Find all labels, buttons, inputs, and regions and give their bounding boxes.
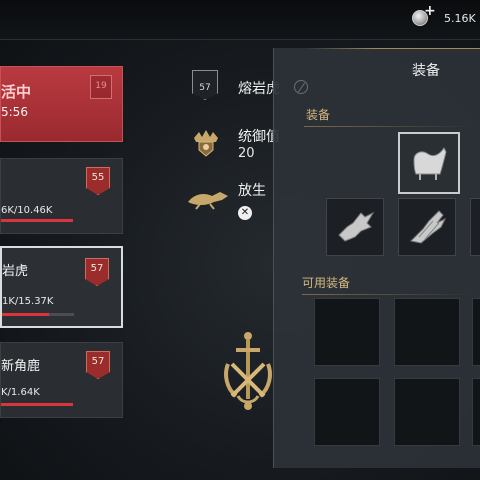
command-value: 20	[238, 146, 255, 161]
add-currency-icon[interactable]: +	[424, 3, 436, 19]
saddle-slot[interactable]	[398, 132, 460, 194]
level-value: 57	[199, 83, 211, 93]
available-slot[interactable]	[314, 298, 380, 366]
equipment-slot[interactable]	[470, 198, 480, 256]
equipment-panel: 装备 装备 可用装备	[273, 48, 480, 468]
panel-top-line	[304, 48, 480, 49]
level-badge: 57	[86, 351, 110, 379]
list-item-title: 岩虎	[2, 264, 29, 279]
available-slot[interactable]	[472, 378, 480, 446]
crown-shield-icon	[194, 130, 218, 157]
release-button[interactable]: ✕	[238, 206, 252, 220]
section-divider	[302, 294, 472, 295]
progress-bar	[1, 403, 73, 406]
panel-title: 装备	[412, 63, 440, 79]
progress-bar	[2, 313, 74, 316]
saddle-icon	[413, 147, 447, 180]
list-item-title: 新角鹿	[1, 359, 41, 374]
list-item-selected[interactable]: 岩虎 1K/15.37K 57	[0, 246, 123, 328]
progress-bar	[1, 219, 73, 222]
claw-armor-icon	[409, 210, 447, 244]
list-item-value: 1K/15.37K	[2, 296, 54, 307]
available-slot[interactable]	[314, 378, 380, 446]
top-bar: + 5.16K	[0, 0, 480, 40]
equipped-section-label: 装备	[306, 108, 331, 122]
level-badge: 19	[90, 75, 112, 99]
currency-value: 5.16K	[444, 12, 476, 25]
available-slot[interactable]	[394, 378, 460, 446]
list-item-value: K/1.64K	[1, 387, 40, 398]
release-label: 放生	[238, 183, 266, 199]
list-item[interactable]: 6K/10.46K 55	[0, 158, 123, 234]
horned-helm-icon	[338, 211, 375, 242]
disabled-icon	[294, 80, 308, 94]
list-item[interactable]: 新角鹿 K/1.64K 57	[0, 342, 123, 418]
currency-display[interactable]: + 5.16K	[410, 3, 480, 30]
armor-slot[interactable]	[398, 198, 456, 256]
level-badge: 57	[85, 258, 109, 286]
list-item-value: 6K/10.46K	[1, 205, 53, 216]
helmet-slot[interactable]	[326, 198, 384, 256]
list-item-active[interactable]: 活中 5:56 19	[0, 66, 123, 142]
section-divider	[304, 126, 474, 127]
available-slot[interactable]	[472, 298, 480, 366]
release-creature-icon	[188, 192, 228, 210]
available-section-label: 可用装备	[302, 276, 351, 290]
list-item-timer: 5:56	[1, 105, 28, 119]
guild-emblem-icon	[224, 332, 272, 410]
list-item-title: 活中	[1, 83, 32, 101]
level-badge: 55	[86, 167, 110, 195]
available-slot[interactable]	[394, 298, 460, 366]
